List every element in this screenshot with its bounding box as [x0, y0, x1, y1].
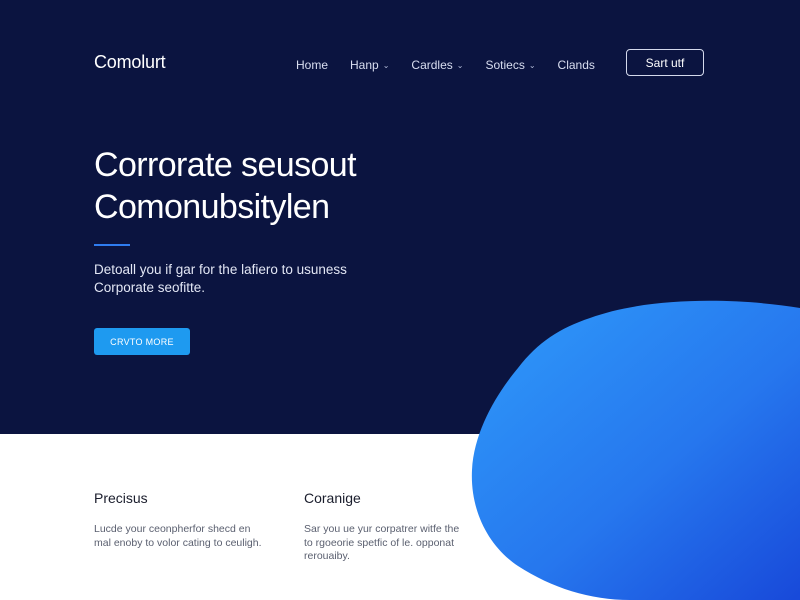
chevron-down-icon: ⌄: [528, 60, 536, 70]
learn-more-button[interactable]: CRVTO MORE: [94, 328, 190, 355]
feature-description: Sar you ue yur corpatrer witfe the to rg…: [304, 523, 494, 564]
main-nav: Home Hanp ⌄ Cardles ⌄ Sotiecs ⌄ Clands: [296, 56, 617, 74]
subtext-line: Detoall you if gar for the lafiero to us…: [94, 262, 347, 277]
start-button[interactable]: Sart utf: [626, 49, 704, 76]
accent-divider: [94, 244, 130, 246]
chevron-down-icon: ⌄: [382, 60, 390, 70]
feature-line: to rgoeorie spetfic of le. opponat: [304, 536, 455, 549]
feature-line: Sar you ue yur corpatrer witfe the: [304, 523, 460, 535]
nav-item-label: Cardles: [411, 58, 453, 72]
feature-description: Lucde your ceonpherfor shecd en mal enob…: [94, 523, 284, 550]
nav-item-label: Hanp: [350, 58, 379, 72]
feature-line: rerouaiby.: [304, 550, 350, 562]
subtext-line: Corporate seofitte.: [94, 280, 206, 295]
headline-line: Corrorate seusout: [94, 146, 357, 184]
feature-line: Lucde your ceonpherfor shecd en: [94, 523, 251, 535]
feature-card: Precisus Lucde your ceonpherfor shecd en…: [94, 490, 284, 550]
headline-line: Comonubsitylen: [94, 188, 330, 226]
nav-item-label: Sotiecs: [485, 58, 525, 72]
nav-item-hanp[interactable]: Hanp ⌄: [350, 58, 389, 72]
logo[interactable]: Comolurt: [94, 52, 166, 73]
nav-item-clands[interactable]: Clands: [558, 58, 595, 72]
nav-item-label: Clands: [557, 58, 595, 72]
feature-title: Precisus: [94, 490, 148, 506]
feature-card: Coranige Sar you ue yur corpatrer witfe …: [304, 490, 494, 564]
nav-item-cardles[interactable]: Cardles ⌄: [411, 58, 463, 72]
nav-item-sotiecs[interactable]: Sotiecs ⌄: [485, 58, 535, 72]
nav-item-label: Home: [296, 58, 329, 72]
decorative-blob: [471, 300, 800, 600]
hero-subtext: Detoall you if gar for the lafiero to us…: [94, 261, 394, 297]
hero-headline: Corrorate seusout Comonubsitylen: [94, 144, 514, 228]
chevron-down-icon: ⌄: [456, 60, 464, 70]
feature-line: mal enoby to volor cating to ceuligh.: [94, 536, 262, 549]
feature-title: Coranige: [304, 490, 361, 506]
nav-item-home[interactable]: Home: [296, 58, 328, 72]
